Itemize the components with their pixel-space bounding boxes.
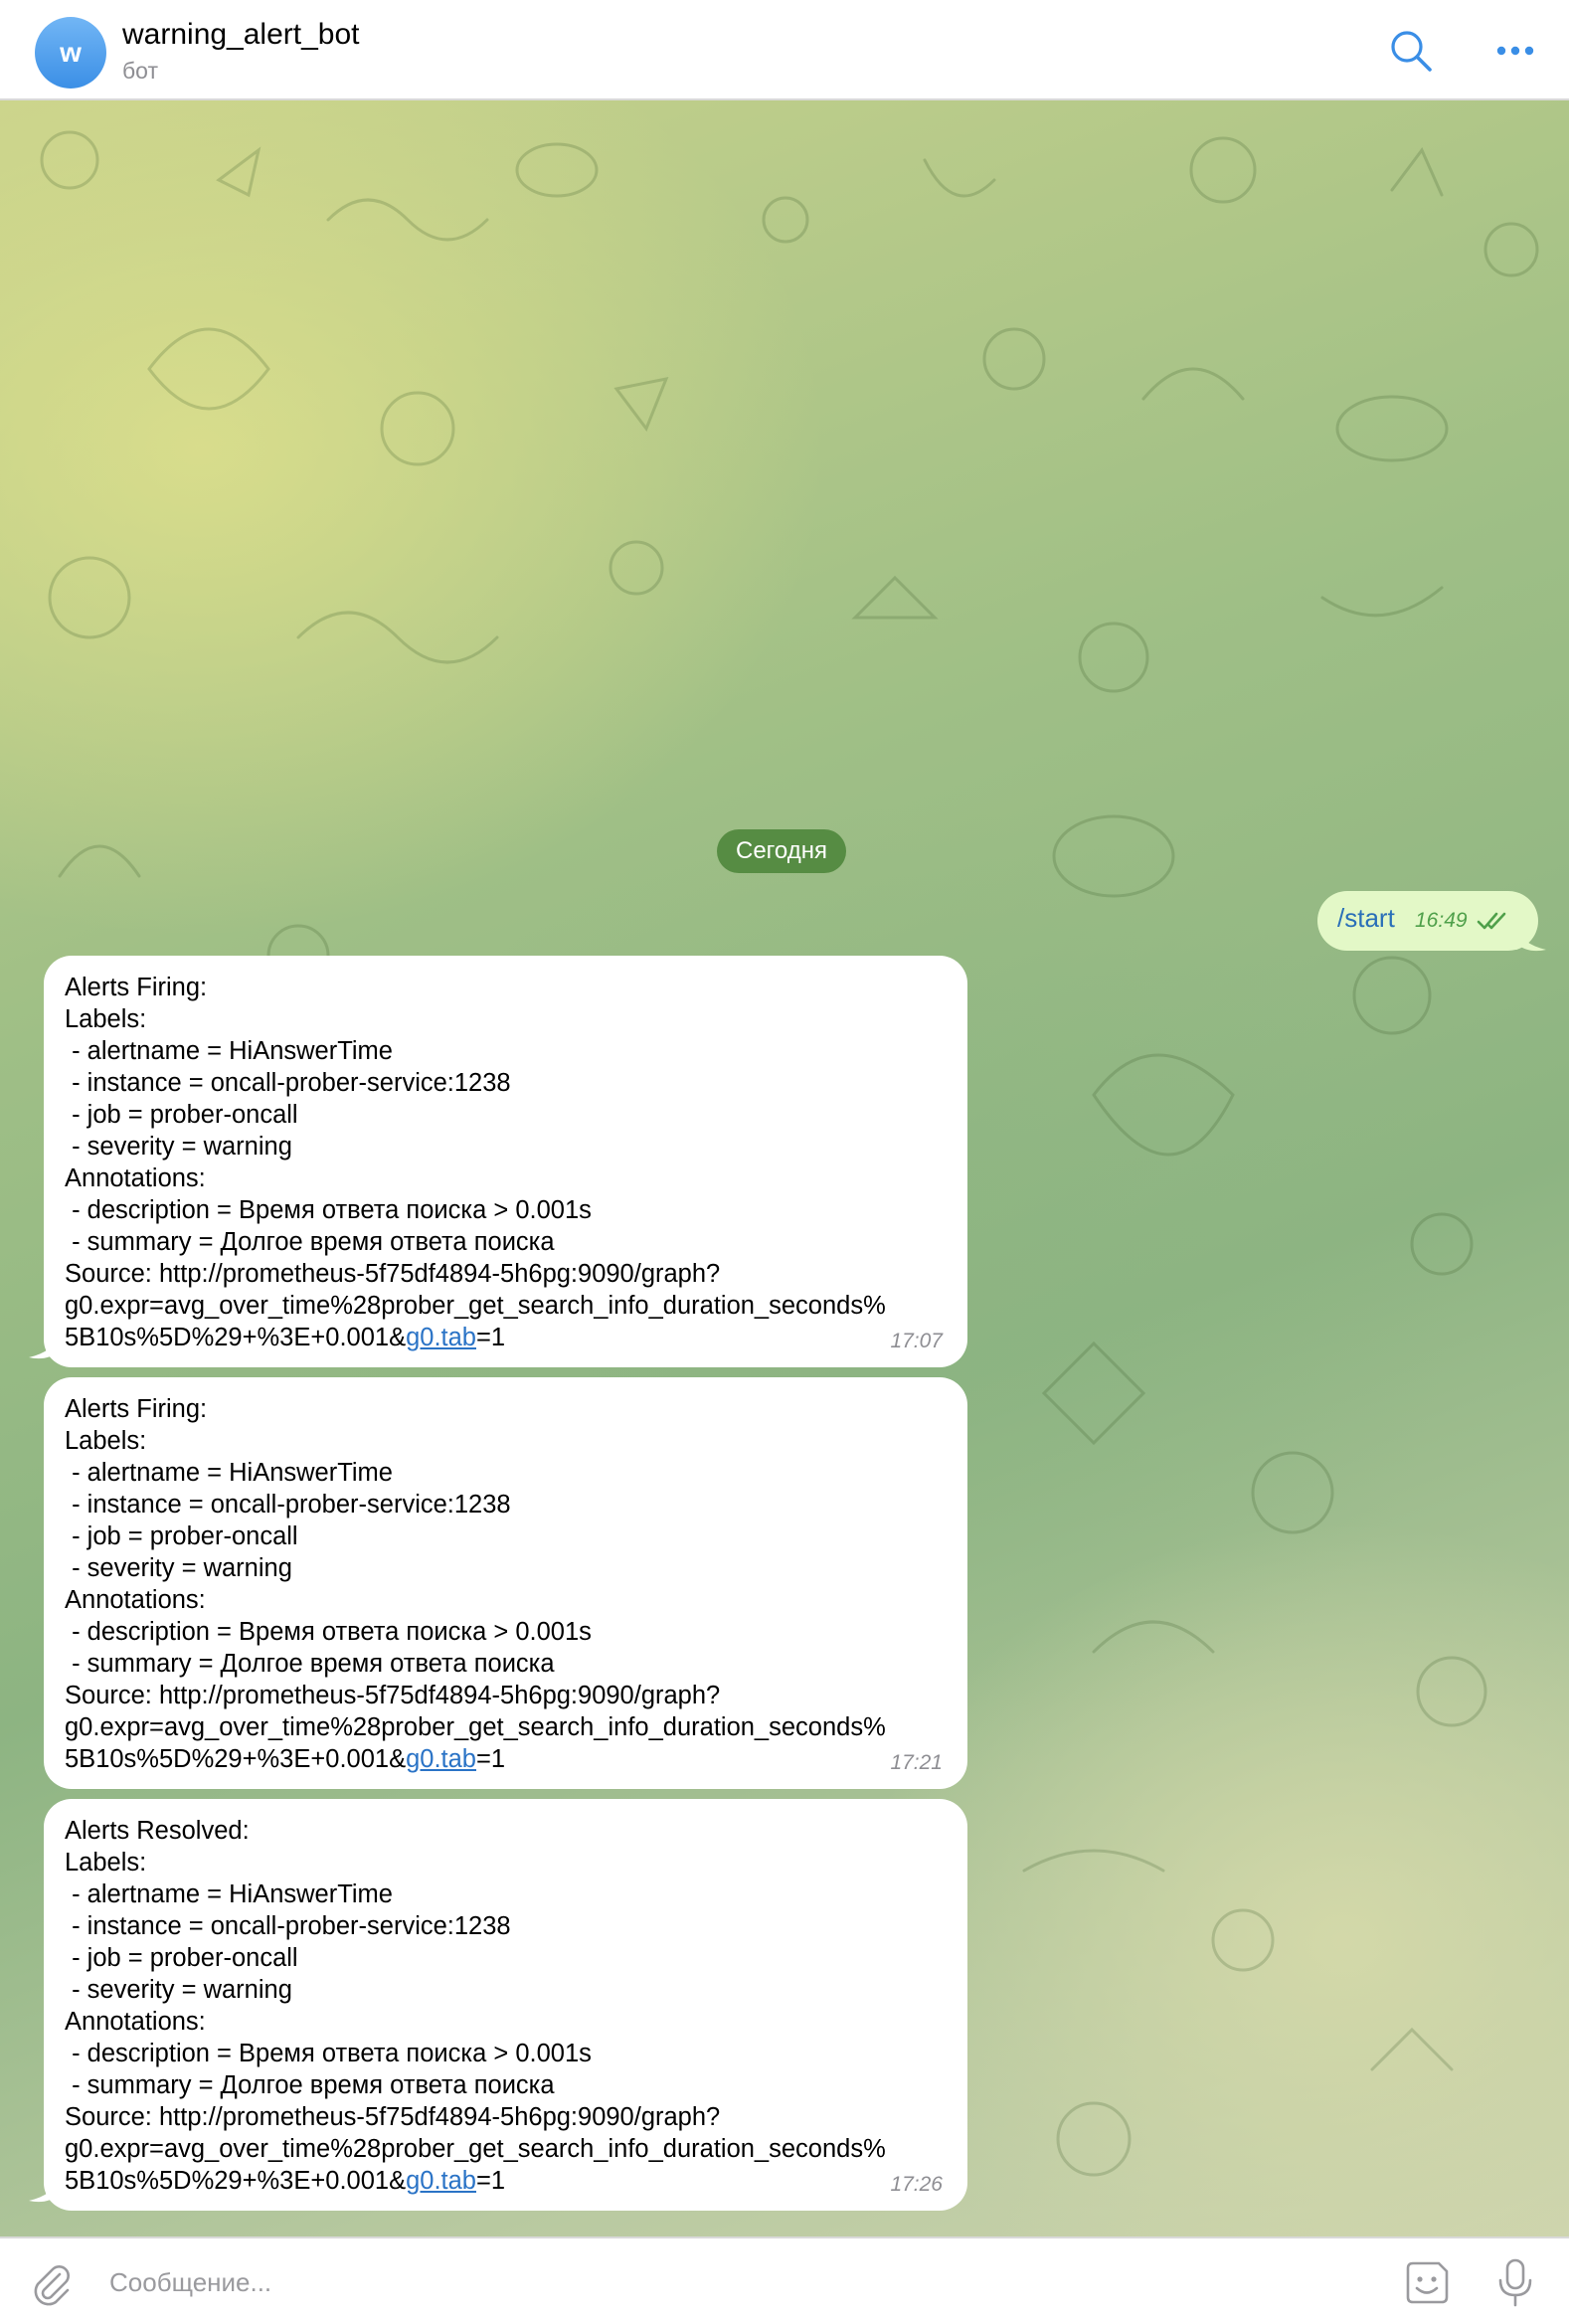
message-text: Alerts Resolved: Labels: - alertname = H… bbox=[65, 1815, 959, 2197]
message-heading: Alerts Resolved: bbox=[65, 1817, 250, 1845]
incoming-message[interactable]: Alerts Firing: Labels: - alertname = HiA… bbox=[44, 956, 967, 1367]
message-time: 17:26 bbox=[890, 2173, 943, 2196]
message-body-end: =1 bbox=[476, 1745, 506, 1773]
chat-background[interactable]: Сегодня /start 16:49 Alerts Firing: Labe… bbox=[0, 100, 1569, 2236]
incoming-message[interactable]: Alerts Resolved: Labels: - alertname = H… bbox=[44, 1799, 967, 2211]
chat-header: w warning_alert_bot бот bbox=[0, 0, 1569, 100]
more-icon[interactable] bbox=[1490, 26, 1540, 76]
message-heading: Alerts Firing: bbox=[65, 1395, 208, 1423]
sticker-icon[interactable] bbox=[1400, 2256, 1454, 2310]
message-link[interactable]: g0.tab bbox=[406, 2167, 476, 2195]
search-icon[interactable] bbox=[1386, 26, 1436, 76]
chat-title[interactable]: warning_alert_bot bbox=[122, 18, 360, 52]
outgoing-message-text[interactable]: /start bbox=[1337, 903, 1395, 934]
paperclip-icon[interactable] bbox=[24, 2256, 78, 2310]
message-input[interactable] bbox=[107, 2256, 1305, 2308]
message-body-end: =1 bbox=[476, 1324, 506, 1351]
message-body-end: =1 bbox=[476, 2167, 506, 2195]
message-text: Alerts Firing: Labels: - alertname = HiA… bbox=[65, 1393, 959, 1775]
incoming-bubble-tail bbox=[29, 2177, 59, 2203]
message-time: 17:07 bbox=[890, 1330, 943, 1352]
date-separator: Сегодня bbox=[717, 829, 846, 873]
incoming-bubble-tail bbox=[29, 1334, 59, 1359]
message-time: 17:21 bbox=[890, 1751, 943, 1774]
message-body: Labels: - alertname = HiAnswerTime - ins… bbox=[65, 1849, 886, 2195]
microphone-icon[interactable] bbox=[1488, 2256, 1542, 2310]
outgoing-message-time: 16:49 bbox=[1415, 909, 1468, 932]
message-link[interactable]: g0.tab bbox=[406, 1324, 476, 1351]
outgoing-bubble-tail bbox=[1516, 926, 1546, 952]
message-body: Labels: - alertname = HiAnswerTime - ins… bbox=[65, 1005, 886, 1351]
avatar[interactable]: w bbox=[35, 17, 106, 89]
chat-subtitle: бот bbox=[122, 58, 158, 84]
outgoing-message[interactable]: /start 16:49 bbox=[1317, 891, 1538, 951]
message-heading: Alerts Firing: bbox=[65, 974, 208, 1001]
double-check-icon bbox=[1477, 912, 1506, 930]
message-text: Alerts Firing: Labels: - alertname = HiA… bbox=[65, 972, 959, 1353]
message-composer bbox=[0, 2236, 1569, 2324]
incoming-message[interactable]: Alerts Firing: Labels: - alertname = HiA… bbox=[44, 1377, 967, 1789]
message-body: Labels: - alertname = HiAnswerTime - ins… bbox=[65, 1427, 886, 1773]
message-link[interactable]: g0.tab bbox=[406, 1745, 476, 1773]
